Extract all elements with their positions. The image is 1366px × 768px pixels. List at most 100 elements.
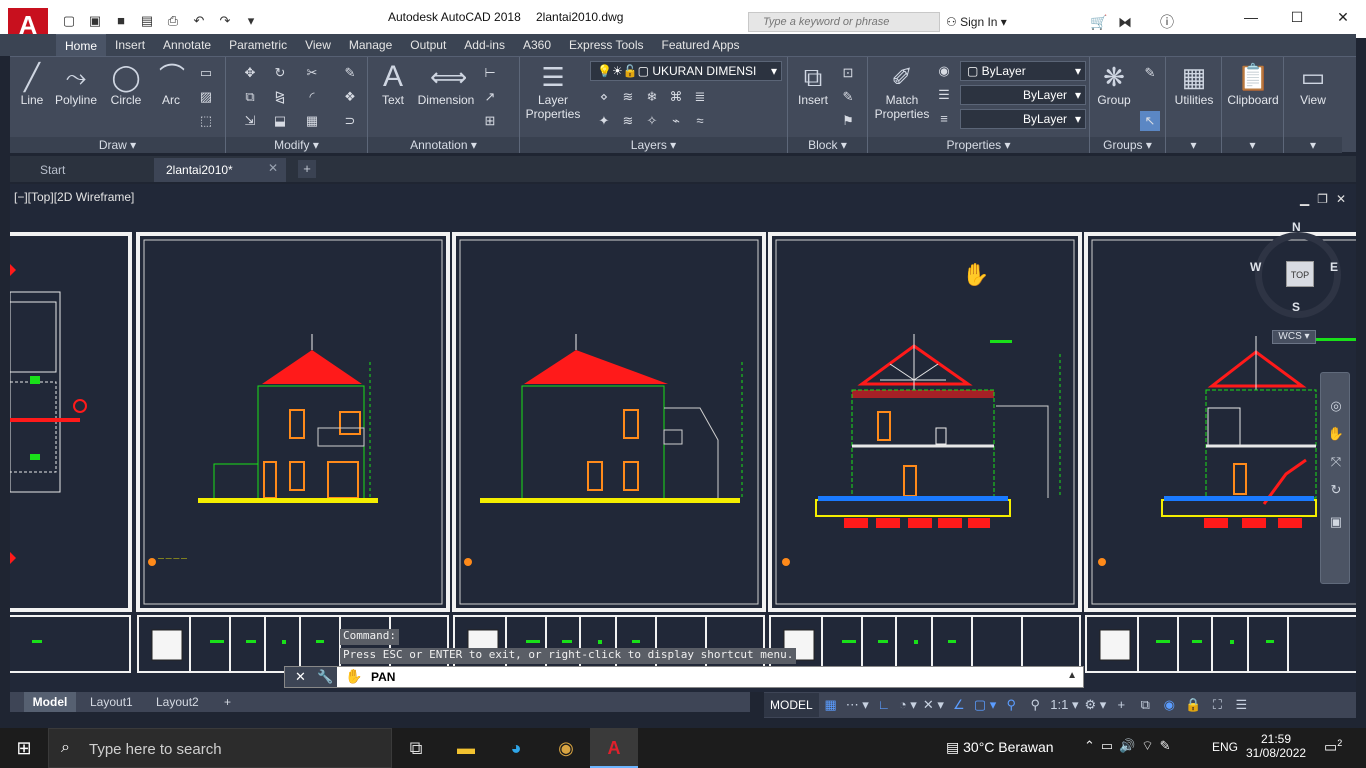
tab-manage[interactable]: Manage [340, 34, 401, 56]
minimize-button[interactable]: — [1228, 0, 1274, 34]
customize-qat-icon[interactable]: ▾ [240, 10, 262, 32]
tab-model[interactable]: Model [24, 692, 76, 712]
exchange-apps-icon[interactable]: ⧓ [1118, 12, 1132, 32]
annotation-monitor-icon[interactable]: + [1109, 693, 1133, 717]
customize-icon[interactable]: 🔧 [317, 669, 333, 685]
tab-express-tools[interactable]: Express Tools [560, 34, 652, 56]
add-tab-icon[interactable]: + [298, 160, 316, 178]
annotation-visibility-icon[interactable]: ⚲ [999, 693, 1023, 717]
tab-view[interactable]: View [296, 34, 340, 56]
system-tray-icons[interactable]: ⌃▭🔊⌔✎ [1084, 738, 1176, 754]
dimension-tool[interactable]: ⟺ Dimension [416, 61, 476, 107]
cart-icon[interactable]: 🛒 [1090, 12, 1107, 32]
insert-block-tool[interactable]: ⧉ Insert [794, 61, 832, 107]
layer-thaw-icon[interactable]: ≋ [618, 111, 638, 131]
modify-panel-title[interactable]: Modify ▾ [226, 137, 367, 153]
object-snap-icon[interactable]: ▢ ▾ [971, 693, 999, 717]
layer-off-icon[interactable]: ⋄ [594, 87, 614, 107]
offset-icon[interactable]: ⊃ [340, 111, 360, 131]
weather-widget[interactable]: ▤ 30°C Berawan [946, 739, 1054, 756]
linear-dim-icon[interactable]: ⊢ [480, 63, 500, 83]
region-icon[interactable]: ⬚ [196, 111, 216, 131]
add-layout-icon[interactable]: + [216, 692, 239, 712]
layer-properties-tool[interactable]: ☰ Layer Properties [524, 61, 582, 121]
layer-walk-icon[interactable]: ≈ [690, 111, 710, 131]
help-search-input[interactable] [749, 13, 929, 31]
group-selection-icon[interactable]: ↖ [1140, 111, 1160, 131]
task-view-icon[interactable]: ⧉ [392, 728, 440, 768]
isodraft-icon[interactable]: ✕ ▾ [920, 693, 947, 717]
close-command-line-icon[interactable]: ✕ [295, 669, 306, 685]
clock[interactable]: 21:59 31/08/2022 [1246, 732, 1306, 760]
tab-output[interactable]: Output [401, 34, 455, 56]
explode-icon[interactable]: ❖ [340, 87, 360, 107]
compass-west[interactable]: W [1250, 260, 1261, 274]
scale-icon[interactable]: ⬓ [270, 111, 290, 131]
ortho-icon[interactable]: ∟ [872, 693, 896, 717]
block-panel-title[interactable]: Block ▾ [788, 137, 867, 153]
auto-scale-icon[interactable]: ⚲ [1023, 693, 1047, 717]
input-language[interactable]: ENG [1212, 740, 1238, 754]
line-tool[interactable]: ╱ Line [16, 61, 48, 107]
compass-south[interactable]: S [1292, 300, 1300, 314]
undo-icon[interactable]: ↶ [188, 10, 210, 32]
file-explorer-icon[interactable]: ▬ [442, 728, 490, 768]
view-tool[interactable]: ▭ View [1288, 61, 1338, 107]
annotation-panel-title[interactable]: Annotation ▾ [368, 137, 519, 153]
tab-parametric[interactable]: Parametric [220, 34, 296, 56]
units-icon[interactable]: ⧉ [1133, 693, 1157, 717]
create-block-icon[interactable]: ⊡ [838, 63, 858, 83]
tab-featured-apps[interactable]: Featured Apps [653, 34, 749, 56]
utilities-tool[interactable]: ▦ Utilities [1168, 61, 1220, 107]
tab-add-ins[interactable]: Add-ins [455, 34, 514, 56]
rotate-icon[interactable]: ↻ [270, 63, 290, 83]
color-dropdown[interactable]: ▢ ByLayer ▾ [960, 61, 1086, 81]
layer-dropdown[interactable]: 💡☀🔓▢ UKURAN DIMENSI ▾ [590, 61, 782, 81]
object-snap-tracking-icon[interactable]: ∠ [947, 693, 971, 717]
polyline-tool[interactable]: ⤳ Polyline [52, 61, 100, 107]
orbit-icon[interactable]: ↻ [1327, 481, 1345, 499]
view-dropdown-icon[interactable]: ▾ [1284, 137, 1342, 153]
sign-in-button[interactable]: ⚇ Sign In ▾ [946, 12, 1007, 32]
stretch-icon[interactable]: ⇲ [240, 111, 260, 131]
polar-icon[interactable]: ◔ ▾ [896, 693, 920, 717]
lock-ui-icon[interactable]: 🔒 [1181, 693, 1205, 717]
windows-start-icon[interactable]: ⊞ [0, 728, 48, 768]
taskbar-search[interactable]: ⌕ Type here to search [48, 728, 392, 768]
layer-lock-icon[interactable]: ⌘ [666, 87, 686, 107]
clipboard-dropdown-icon[interactable]: ▾ [1222, 137, 1283, 153]
drawing-area[interactable]: [−][Top][2D Wireframe] ▁ ❐ ✕ — — — — ✋ T… [10, 184, 1356, 692]
linetype-dropdown[interactable]: ByLayer ▾ [960, 109, 1086, 129]
maximize-button[interactable]: ☐ [1274, 0, 1320, 34]
showmotion-icon[interactable]: ▣ [1327, 513, 1345, 531]
circle-tool[interactable]: ◯ Circle [108, 61, 144, 107]
redo-icon[interactable]: ↷ [214, 10, 236, 32]
save-icon[interactable]: ■ [110, 10, 132, 32]
copy-icon[interactable]: ⧉ [240, 87, 260, 107]
trim-icon[interactable]: ✂ [302, 63, 322, 83]
rectangle-icon[interactable]: ▭ [196, 63, 216, 83]
tab-home[interactable]: Home [56, 34, 107, 56]
ungroup-icon[interactable]: ✎ [1140, 63, 1160, 83]
clean-screen-icon[interactable]: ⛶ [1205, 693, 1229, 717]
tab-start[interactable]: Start [18, 158, 152, 182]
layer-freeze-icon[interactable]: ❄ [642, 87, 662, 107]
zoom-extents-icon[interactable]: ⤧ [1327, 453, 1345, 471]
close-tab-icon[interactable]: ✕ [268, 161, 278, 175]
block-attributes-icon[interactable]: ⚑ [838, 111, 858, 131]
command-history-toggle-icon[interactable]: ▲ [1067, 670, 1077, 681]
tab-insert[interactable]: Insert [106, 34, 154, 56]
tab-annotate[interactable]: Annotate [154, 34, 220, 56]
leader-icon[interactable]: ↗ [480, 87, 500, 107]
customization-icon[interactable]: ☰ [1229, 693, 1253, 717]
snap-icon[interactable]: ⋯ ▾ [843, 693, 872, 717]
draw-panel-title[interactable]: Draw ▾ [10, 137, 225, 153]
hatch-icon[interactable]: ▨ [196, 87, 216, 107]
layers-panel-title[interactable]: Layers ▾ [520, 137, 787, 153]
layer-unisolate-icon[interactable]: ✦ [594, 111, 614, 131]
layer-isolate-icon[interactable]: ≋ [618, 87, 638, 107]
fillet-icon[interactable]: ◜ [302, 87, 322, 107]
pan-icon[interactable]: ✋ [1327, 425, 1345, 443]
grid-icon[interactable]: ▦ [819, 693, 843, 717]
tab-drawing[interactable]: 2lantai2010* [154, 158, 286, 182]
